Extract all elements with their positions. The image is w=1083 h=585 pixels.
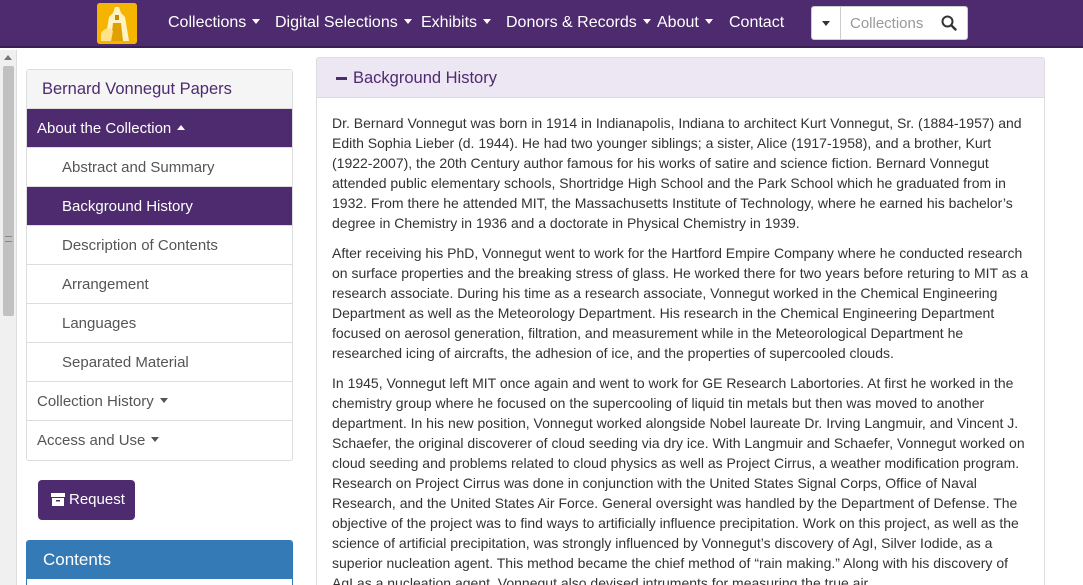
page-title: Background History (353, 69, 497, 87)
scroll-up-arrow-icon[interactable] (4, 55, 12, 60)
chevron-down-icon (159, 398, 168, 403)
chevron-down-icon (822, 21, 830, 26)
university-tower-logo-icon[interactable] (97, 3, 137, 44)
chevron-down-icon (403, 19, 412, 24)
minus-icon (336, 77, 347, 80)
nav-donors-records[interactable]: Donors & Records (506, 14, 651, 32)
collection-sidebar: Bernard Vonnegut Papers About the Collec… (26, 69, 293, 461)
contents-panel: Contents (26, 540, 293, 585)
search-input[interactable] (842, 7, 930, 39)
sidebar-item-separated-material[interactable]: Separated Material (27, 343, 292, 382)
sidebar-item-abstract-and-summary[interactable]: Abstract and Summary (27, 148, 292, 187)
sidebar-item-about-the-collection[interactable]: About the Collection (27, 109, 292, 148)
chevron-up-icon (177, 125, 186, 130)
search-button[interactable] (930, 7, 968, 39)
nav-collections[interactable]: Collections (168, 14, 261, 32)
body-paragraph: After receiving his PhD, Vonnegut went t… (332, 245, 1029, 361)
scrollbar-thumb[interactable] (3, 66, 14, 316)
sidebar-item-description-of-contents[interactable]: Description of Contents (27, 226, 292, 265)
panel-header[interactable]: Background History (317, 58, 1044, 98)
background-history-panel: Background History Dr. Bernard Vonnegut … (316, 57, 1045, 585)
sidebar-title: Bernard Vonnegut Papers (27, 70, 292, 109)
nav-exhibits[interactable]: Exhibits (421, 14, 492, 32)
panel-body: Dr. Bernard Vonnegut was born in 1914 in… (332, 113, 1032, 585)
chevron-down-icon (704, 19, 713, 24)
nav-contact[interactable]: Contact (729, 14, 784, 32)
chevron-down-icon (252, 19, 261, 24)
nav-digital-selections[interactable]: Digital Selections (275, 14, 412, 32)
sidebar-item-access-and-use[interactable]: Access and Use (27, 421, 292, 460)
body-paragraph: In 1945, Vonnegut left MIT once again an… (332, 375, 1025, 585)
chevron-down-icon (151, 437, 160, 442)
archive-box-icon (51, 493, 65, 506)
search-icon (941, 15, 957, 31)
top-navbar: Collections Digital Selections Exhibits … (0, 0, 1083, 48)
chevron-down-icon (483, 19, 492, 24)
sidebar-item-collection-history[interactable]: Collection History (27, 382, 292, 421)
request-button[interactable]: Request (38, 480, 135, 520)
sidebar-item-arrangement[interactable]: Arrangement (27, 265, 292, 304)
scrollbar-grip-icon (5, 236, 12, 242)
search-scope-dropdown[interactable] (812, 7, 841, 39)
nav-about[interactable]: About (657, 14, 713, 32)
chevron-down-icon (642, 19, 651, 24)
sidebar-item-background-history[interactable]: Background History (27, 187, 292, 226)
page-scrollbar[interactable] (0, 50, 17, 585)
sidebar-item-languages[interactable]: Languages (27, 304, 292, 343)
search-group (811, 6, 968, 40)
contents-heading[interactable]: Contents (27, 541, 292, 579)
body-paragraph: Dr. Bernard Vonnegut was born in 1914 in… (332, 115, 1022, 231)
